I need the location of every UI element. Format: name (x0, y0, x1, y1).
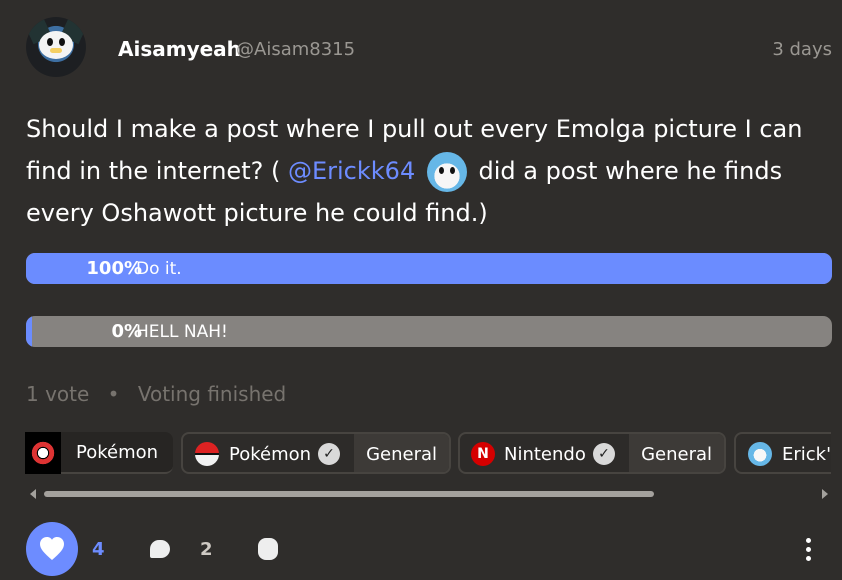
tag-label: Nintendo (504, 444, 586, 465)
scroll-thumb[interactable] (44, 491, 654, 497)
tag-label: Pokémon (229, 444, 312, 465)
verified-icon: ✓ (318, 443, 340, 465)
poll-option-1-label: Do it. (136, 259, 182, 279)
oshawott-icon (748, 442, 772, 466)
comment-count: 2 (200, 539, 213, 560)
tag-ericks[interactable]: Erick's (734, 432, 831, 474)
author-name[interactable]: Aisamyeah (118, 37, 241, 61)
poll-status: 1 vote • Voting finished (26, 382, 286, 406)
tag-section: General (629, 434, 724, 472)
scroll-right-icon[interactable] (822, 489, 828, 499)
mentioned-user-avatar[interactable] (426, 152, 467, 192)
tag-pokemon-general[interactable]: Pokémon ✓ General (181, 432, 451, 474)
avatar-eye-left (47, 38, 53, 46)
poll-option-2-fill (26, 316, 32, 347)
poll-option-1[interactable]: 100% Do it. (26, 253, 832, 284)
scroll-left-icon[interactable] (30, 489, 36, 499)
tag-nintendo-general[interactable]: N Nintendo ✓ General (458, 432, 726, 474)
voting-status: Voting finished (137, 382, 287, 406)
tag-section: General (354, 434, 449, 472)
post-time: 3 days (772, 39, 832, 60)
tag-pokemon-community[interactable]: Pokémon (25, 432, 173, 474)
avatar-eye-right (59, 38, 65, 46)
verified-icon: ✓ (593, 443, 615, 465)
heart-icon (40, 537, 64, 560)
vote-count: 1 vote (26, 382, 90, 406)
pokeball-icon (195, 442, 219, 466)
tag-list: Pokémon Pokémon ✓ General N Nintendo ✓ G… (25, 432, 831, 476)
like-count: 4 (92, 539, 105, 560)
author-handle[interactable]: @Aisam8315 (236, 39, 355, 60)
post-text: Should I make a post where I pull out ev… (26, 108, 831, 234)
tag-label: Erick's (782, 444, 831, 465)
avatar-cheek (50, 48, 62, 53)
mention-link[interactable]: @Erickk64 (288, 157, 415, 185)
poll-option-2-label: HELL NAH! (136, 322, 228, 342)
share-icon[interactable] (258, 538, 278, 560)
tag-scrollbar[interactable] (26, 487, 832, 501)
post-actions: 4 2 (26, 522, 832, 576)
poll-option-2[interactable]: 0% HELL NAH! (26, 316, 832, 347)
separator-dot: • (107, 382, 120, 406)
tag-label: Pokémon (76, 442, 159, 463)
poll-option-2-percent: 0% (111, 321, 142, 342)
author-avatar[interactable] (26, 17, 86, 77)
more-icon[interactable] (806, 538, 812, 562)
like-button[interactable] (26, 522, 78, 576)
avatar-face (39, 31, 73, 59)
poll-option-1-percent: 100% (86, 258, 142, 279)
nintendo-icon: N (471, 442, 495, 466)
pokeball-icon (25, 432, 61, 474)
comment-icon[interactable] (150, 540, 170, 558)
